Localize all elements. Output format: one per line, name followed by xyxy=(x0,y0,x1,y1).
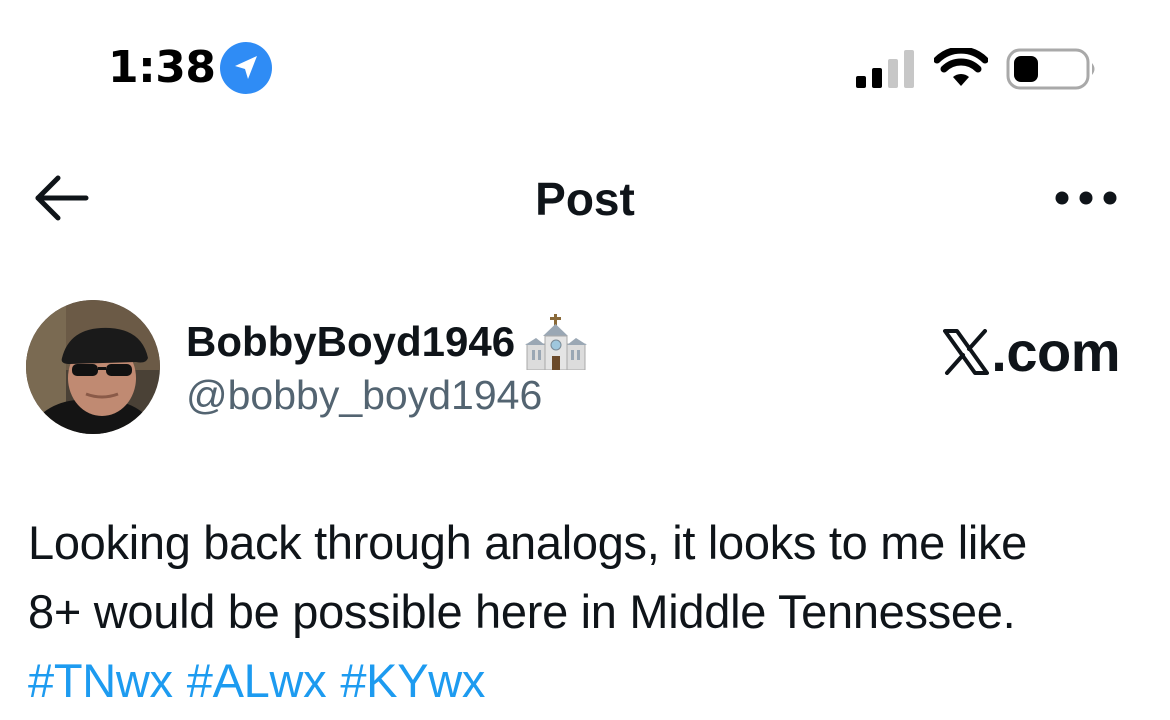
post-text-line: 8+ would be possible here in Middle Tenn… xyxy=(28,585,1016,638)
x-logo-icon xyxy=(943,329,990,375)
author-handle[interactable]: @bobby_boyd1946 xyxy=(186,370,542,420)
signal-bar xyxy=(856,76,866,88)
cellular-signal-icon xyxy=(856,50,914,88)
brand-watermark: .com xyxy=(943,322,1120,382)
more-button[interactable] xyxy=(1054,184,1118,212)
post-text: Looking back through analogs, it looks t… xyxy=(28,508,1148,715)
hashtag-link[interactable]: #KYwx xyxy=(340,654,485,707)
wifi-icon xyxy=(934,48,988,86)
signal-bar xyxy=(888,59,898,88)
status-time: 1:38 xyxy=(108,42,216,93)
author-name-row: BobbyBoyd1946 xyxy=(186,314,588,370)
brand-text: .com xyxy=(991,320,1120,383)
hashtag-link[interactable]: #ALwx xyxy=(187,654,327,707)
battery-fill xyxy=(1014,56,1038,82)
author-display-name[interactable]: BobbyBoyd1946 xyxy=(186,316,515,368)
more-horizontal-icon xyxy=(1055,191,1117,205)
battery-icon xyxy=(1006,48,1095,90)
page-title: Post xyxy=(535,173,635,225)
hashtag-link[interactable]: #TNwx xyxy=(28,654,173,707)
signal-bar xyxy=(904,50,914,88)
location-arrow-icon xyxy=(220,42,272,94)
hashtag-list: #TNwx #ALwx #KYwx xyxy=(28,646,1148,715)
church-icon xyxy=(525,314,588,370)
avatar[interactable] xyxy=(26,300,160,434)
post-screen: 1:38 Post BobbyBoyd1946 @bobby_boyd1946 … xyxy=(0,0,1170,720)
signal-bar xyxy=(872,68,882,88)
post-text-line: Looking back through analogs, it looks t… xyxy=(28,516,1028,569)
